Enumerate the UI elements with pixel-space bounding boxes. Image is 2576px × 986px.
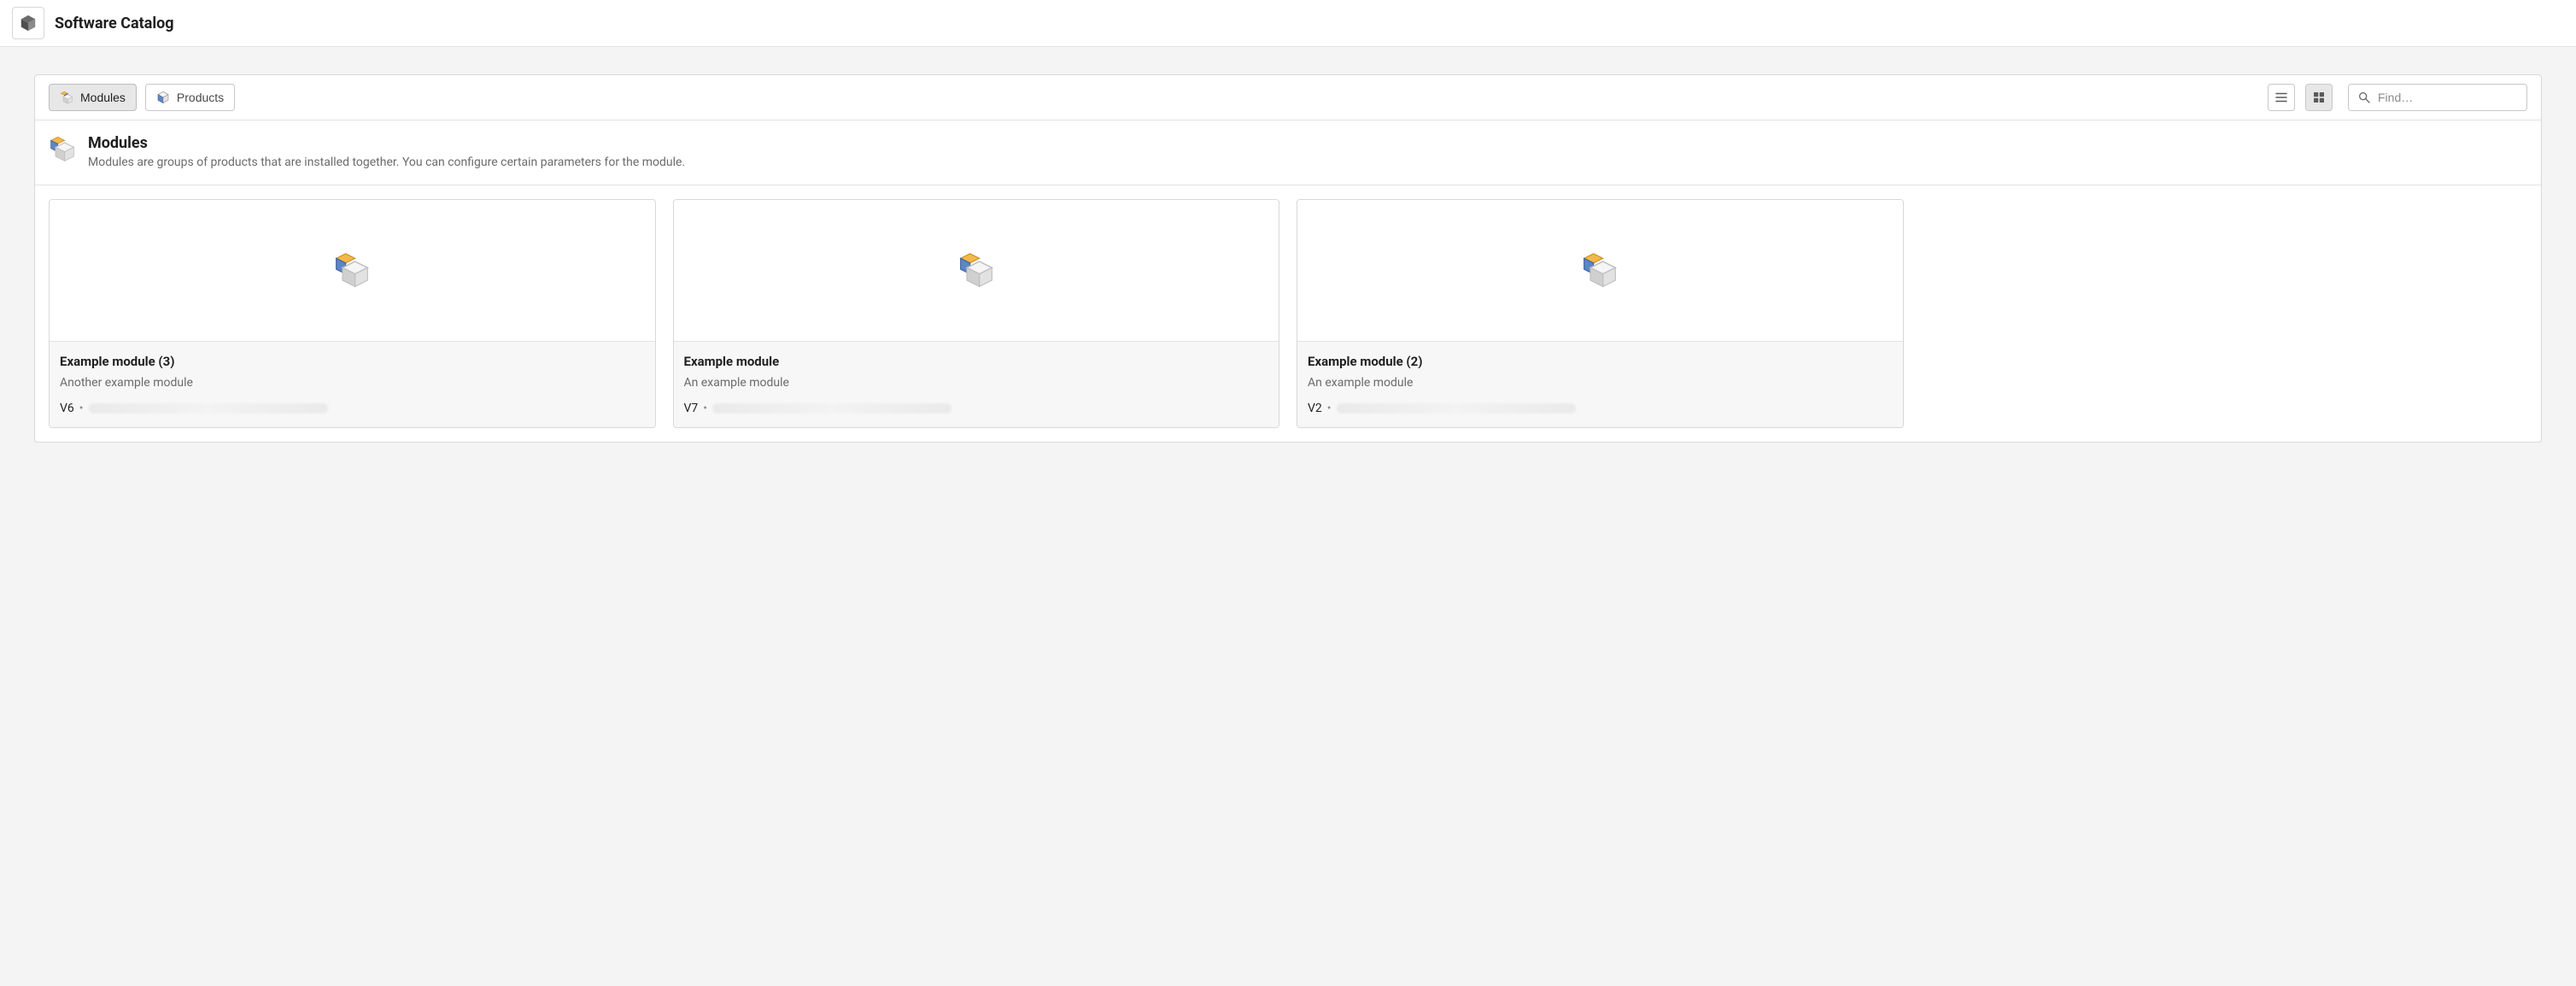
module-card-version: V7 bbox=[684, 402, 699, 415]
module-card-image bbox=[674, 200, 1279, 341]
app-header: Software Catalog bbox=[0, 0, 2576, 47]
search-box[interactable] bbox=[2348, 84, 2527, 111]
module-card-redacted bbox=[712, 403, 951, 414]
module-card-title: Example module (2) bbox=[1308, 354, 1893, 369]
module-icon bbox=[333, 252, 371, 290]
section-header-icon bbox=[49, 136, 76, 163]
toolbar: Modules Products bbox=[35, 75, 2541, 120]
module-card-body: Example module An example module V7 • bbox=[674, 341, 1279, 427]
module-card-body: Example module (3) Another example modul… bbox=[50, 341, 655, 427]
grid-icon bbox=[2311, 90, 2327, 105]
module-card-description: Another example module bbox=[60, 376, 645, 390]
module-card-meta: V7 • bbox=[684, 402, 1269, 415]
meta-separator: • bbox=[1327, 402, 1332, 415]
cube-icon bbox=[19, 14, 38, 32]
app-icon-box bbox=[12, 7, 44, 39]
content-wrap: Modules Products bbox=[0, 47, 2576, 470]
section-description: Modules are groups of products that are … bbox=[88, 156, 685, 169]
card-grid: Example module (3) Another example modul… bbox=[35, 185, 2541, 442]
module-card-image bbox=[50, 200, 655, 341]
module-card-meta: V6 • bbox=[60, 402, 645, 415]
modules-icon bbox=[60, 91, 73, 104]
module-card-image bbox=[1297, 200, 1903, 341]
list-icon bbox=[2274, 90, 2289, 105]
products-icon bbox=[156, 91, 170, 104]
view-list-button[interactable] bbox=[2268, 84, 2295, 111]
module-card-version: V6 bbox=[60, 402, 74, 415]
module-card-description: An example module bbox=[684, 376, 1269, 390]
meta-separator: • bbox=[703, 402, 707, 415]
app-title: Software Catalog bbox=[55, 15, 174, 32]
module-card[interactable]: Example module (3) Another example modul… bbox=[49, 199, 656, 428]
module-card-body: Example module (2) An example module V2 … bbox=[1297, 341, 1903, 427]
tab-modules[interactable]: Modules bbox=[49, 84, 137, 111]
module-card-version: V2 bbox=[1308, 402, 1322, 415]
module-card-title: Example module bbox=[684, 354, 1269, 369]
search-icon bbox=[2357, 91, 2371, 104]
section-header: Modules Modules are groups of products t… bbox=[35, 120, 2541, 185]
section-header-text: Modules Modules are groups of products t… bbox=[88, 134, 685, 169]
search-input[interactable] bbox=[2378, 91, 2518, 104]
module-card-redacted bbox=[1337, 403, 1576, 414]
meta-separator: • bbox=[79, 402, 84, 415]
view-grid-button[interactable] bbox=[2305, 84, 2333, 111]
module-card-meta: V2 • bbox=[1308, 402, 1893, 415]
module-icon bbox=[957, 252, 995, 290]
module-card-description: An example module bbox=[1308, 376, 1893, 390]
module-card[interactable]: Example module (2) An example module V2 … bbox=[1297, 199, 1904, 428]
tab-modules-label: Modules bbox=[80, 91, 126, 104]
module-icon bbox=[1581, 252, 1619, 290]
module-card[interactable]: Example module An example module V7 • bbox=[673, 199, 1280, 428]
section-title: Modules bbox=[88, 134, 685, 152]
tab-products-label: Products bbox=[177, 91, 224, 104]
module-card-redacted bbox=[89, 403, 328, 414]
tab-products[interactable]: Products bbox=[145, 84, 235, 111]
module-card-title: Example module (3) bbox=[60, 354, 645, 369]
catalog-panel: Modules Products bbox=[34, 74, 2542, 443]
